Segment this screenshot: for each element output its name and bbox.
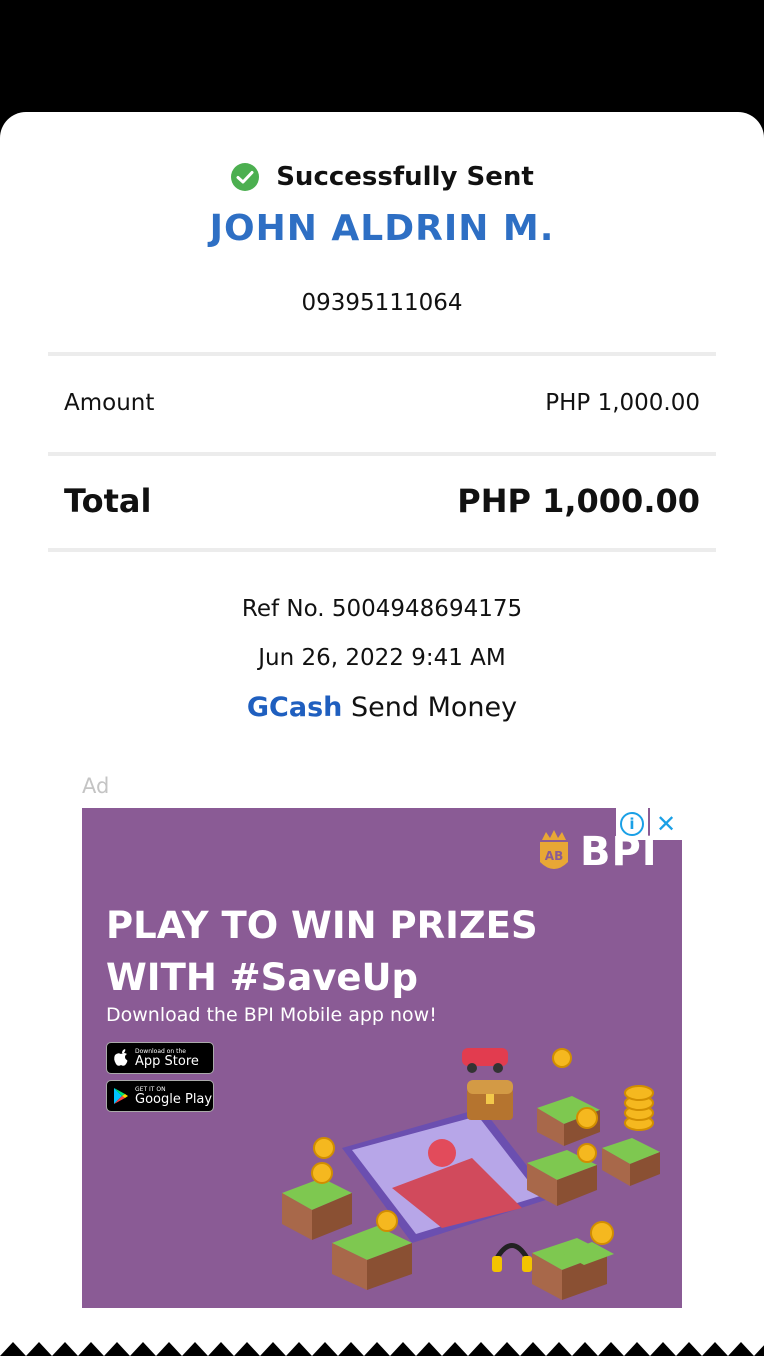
- amount-label: Amount: [64, 390, 155, 416]
- receipt-card: Successfully Sent JOHN ALDRIN M. 0939511…: [0, 112, 764, 1356]
- google-play-badge[interactable]: GET IT ON Google Play: [106, 1080, 214, 1112]
- car: [462, 1048, 508, 1073]
- receipt-edge: [0, 1342, 764, 1356]
- divider: [48, 352, 716, 356]
- status-row: Successfully Sent: [0, 162, 764, 192]
- svg-text:AB: AB: [545, 849, 563, 863]
- app-store-badge[interactable]: Download on the App Store: [106, 1042, 214, 1074]
- divider: [48, 452, 716, 456]
- google-play-label: Google Play: [135, 1091, 213, 1107]
- bpi-crest-icon: AB: [540, 830, 568, 869]
- reference-number: Ref No. 5004948694175: [241, 596, 523, 622]
- treasure-chest: [467, 1080, 513, 1120]
- gcash-brand: GCash: [246, 692, 343, 723]
- apple-icon: [114, 1049, 128, 1066]
- service-name: Send Money: [350, 692, 518, 723]
- transaction-datetime: Jun 26, 2022 9:41 AM: [258, 645, 506, 671]
- amount-value: PHP 1,000.00: [545, 390, 700, 416]
- ad-illustration: [282, 1048, 660, 1300]
- ad-label: Ad: [82, 774, 110, 798]
- ad-banner[interactable]: i ✕ AB BPI PLAY TO WIN PRIZES WITH #Save…: [82, 808, 682, 1308]
- total-row: Total PHP 1,000.00: [64, 482, 700, 520]
- check-circle-icon: [231, 163, 260, 191]
- amount-row: Amount PHP 1,000.00: [64, 390, 700, 416]
- app-store-label: App Store: [135, 1053, 199, 1069]
- ad-headline-line1: PLAY TO WIN PRIZES: [106, 904, 538, 947]
- phone-illustration: [342, 1108, 552, 1243]
- recipient-name: JOHN ALDRIN M.: [209, 208, 555, 249]
- headphones: [492, 1243, 532, 1272]
- status-text: Successfully Sent: [276, 162, 534, 192]
- ad-headline-line2: WITH #SaveUp: [106, 956, 419, 999]
- google-play-icon: [114, 1088, 128, 1104]
- ad-headline: PLAY TO WIN PRIZES WITH #SaveUp: [106, 900, 538, 1004]
- total-label: Total: [64, 482, 152, 520]
- ad-subline: Download the BPI Mobile app now!: [106, 1004, 437, 1026]
- total-value: PHP 1,000.00: [457, 482, 700, 520]
- bpi-logo: AB BPI: [534, 826, 658, 878]
- service-line: GCash Send Money: [0, 692, 764, 723]
- divider: [48, 548, 716, 552]
- recipient-number: 09395111064: [301, 290, 463, 316]
- bpi-wordmark: BPI: [580, 829, 658, 875]
